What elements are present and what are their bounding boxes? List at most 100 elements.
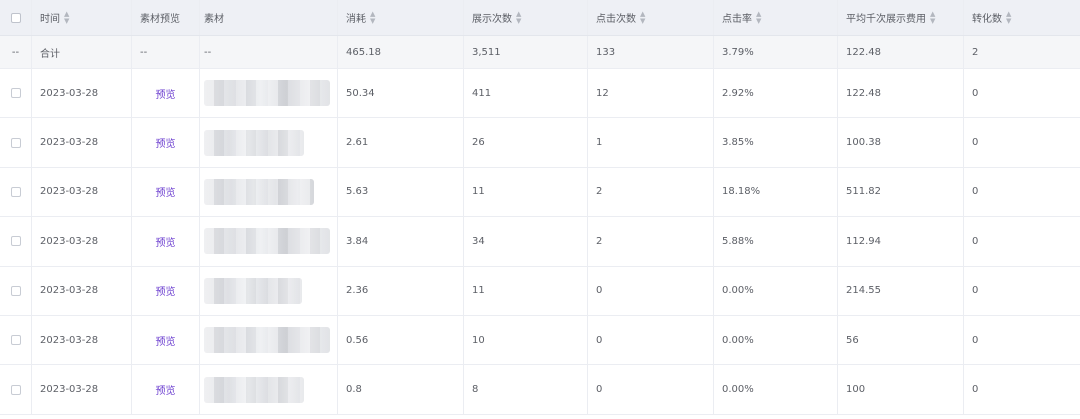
row-cpm: 100 [838, 365, 964, 414]
row-cpm: 511.82 [838, 167, 964, 217]
header-ctr-label: 点击率 [722, 14, 752, 25]
row-ctr: 0.00% [714, 315, 838, 365]
row-checkbox[interactable] [10, 137, 21, 148]
row-checkbox[interactable] [10, 285, 21, 296]
row-impressions: 11 [464, 266, 588, 315]
header-cost[interactable]: 消耗 ▲ ▼ [338, 0, 464, 35]
row-clicks: 2 [588, 167, 714, 217]
row-cost: 0.8 [338, 365, 464, 414]
row-checkbox[interactable] [10, 236, 21, 247]
row-select-cell [0, 365, 32, 414]
preview-link[interactable]: 预览 [156, 135, 176, 150]
table-row: 2023-03-28 预览 0.56 10 0 0.00% 56 0 [0, 315, 1080, 366]
row-cpm: 122.48 [838, 69, 964, 118]
row-select-cell [0, 167, 32, 217]
row-cpm: 214.55 [838, 266, 964, 315]
material-thumbnail [204, 277, 302, 304]
select-all-cell [0, 0, 32, 35]
row-time: 2023-03-28 [32, 315, 132, 365]
header-time-label: 时间 [40, 14, 60, 25]
header-preview-label: 素材预览 [140, 14, 180, 25]
row-ctr: 2.92% [714, 69, 838, 118]
total-label: 合计 [32, 36, 132, 68]
material-thumbnail [204, 228, 330, 255]
row-material-cell [200, 118, 338, 167]
total-material: -- [200, 36, 338, 68]
material-thumbnail [204, 80, 330, 107]
row-time: 2023-03-28 [32, 69, 132, 118]
header-conversions[interactable]: 转化数 ▲ ▼ [964, 0, 1080, 35]
row-clicks: 2 [588, 217, 714, 266]
table-header: 时间 ▲ ▼ 素材预览 素材 消耗 ▲ ▼ 展示次数 ▲ ▼ 点击次数 ▲ ▼ 点击率 … [0, 0, 1080, 36]
sort-caret-icon[interactable]: ▲ ▼ [756, 10, 761, 25]
table-row: 2023-03-28 预览 2.61 26 1 3.85% 100.38 0 [0, 118, 1080, 168]
row-cpm: 100.38 [838, 118, 964, 167]
sort-caret-icon[interactable]: ▲ ▼ [516, 10, 521, 25]
row-cost: 50.34 [338, 69, 464, 118]
row-time: 2023-03-28 [32, 217, 132, 266]
row-impressions: 11 [464, 167, 588, 217]
sort-caret-icon[interactable]: ▲ ▼ [370, 10, 375, 25]
preview-link[interactable]: 预览 [156, 333, 176, 348]
header-clicks-label: 点击次数 [596, 14, 636, 25]
table-row: 2023-03-28 预览 50.34 411 12 2.92% 122.48 … [0, 69, 1080, 119]
row-material-cell [200, 315, 338, 365]
row-checkbox[interactable] [10, 384, 21, 395]
table-row: 2023-03-28 预览 2.36 11 0 0.00% 214.55 0 [0, 266, 1080, 316]
row-checkbox[interactable] [10, 335, 21, 346]
sort-caret-icon[interactable]: ▲ ▼ [64, 10, 69, 25]
row-clicks: 0 [588, 365, 714, 414]
header-conversions-label: 转化数 [972, 14, 1002, 25]
row-clicks: 0 [588, 266, 714, 315]
row-conversions: 0 [972, 384, 979, 396]
sort-caret-icon[interactable]: ▲ ▼ [640, 10, 645, 25]
sort-caret-icon[interactable]: ▲ ▼ [1006, 10, 1011, 25]
row-ctr: 5.88% [714, 217, 838, 266]
row-ctr: 18.18% [714, 167, 838, 217]
row-preview-cell: 预览 [132, 365, 200, 414]
row-time: 2023-03-28 [32, 118, 132, 167]
preview-link[interactable]: 预览 [156, 184, 176, 199]
row-preview-cell: 预览 [132, 266, 200, 315]
row-select-cell [0, 69, 32, 118]
row-checkbox[interactable] [10, 186, 21, 197]
header-clicks[interactable]: 点击次数 ▲ ▼ [588, 0, 714, 35]
total-row: -- 合计 -- -- 465.18 3,511 133 3.79% 122.4… [0, 36, 1080, 69]
preview-link[interactable]: 预览 [156, 382, 176, 397]
header-material-label: 素材 [204, 14, 224, 25]
row-time: 2023-03-28 [32, 167, 132, 217]
header-ctr[interactable]: 点击率 ▲ ▼ [714, 0, 838, 35]
row-clicks: 1 [588, 118, 714, 167]
header-time[interactable]: 时间 ▲ ▼ [32, 0, 132, 35]
header-impressions[interactable]: 展示次数 ▲ ▼ [464, 0, 588, 35]
sort-caret-icon[interactable]: ▲ ▼ [930, 10, 935, 25]
row-select-cell [0, 217, 32, 266]
material-thumbnail [204, 178, 314, 205]
material-thumbnail [204, 129, 304, 156]
row-conversions: 0 [972, 285, 979, 297]
preview-link[interactable]: 预览 [156, 86, 176, 101]
row-cost: 0.56 [338, 315, 464, 365]
row-conversions: 0 [972, 186, 979, 198]
row-time: 2023-03-28 [32, 365, 132, 414]
row-impressions: 34 [464, 217, 588, 266]
total-ctr: 3.79% [714, 36, 838, 68]
total-cpm: 122.48 [838, 36, 964, 68]
row-cost: 5.63 [338, 167, 464, 217]
header-cpm[interactable]: 平均千次展示费用 ▲ ▼ [838, 0, 964, 35]
row-impressions: 10 [464, 315, 588, 365]
total-cost: 465.18 [338, 36, 464, 68]
row-conversions: 0 [972, 87, 979, 99]
row-material-cell [200, 266, 338, 315]
select-all-checkbox[interactable] [10, 12, 21, 23]
row-select-cell [0, 118, 32, 167]
row-clicks: 12 [588, 69, 714, 118]
row-conversions: 0 [972, 137, 979, 149]
row-conversions: 0 [972, 334, 979, 346]
row-material-cell [200, 69, 338, 118]
preview-link[interactable]: 预览 [156, 283, 176, 298]
table-row: 2023-03-28 预览 3.84 34 2 5.88% 112.94 0 [0, 217, 1080, 267]
row-preview-cell: 预览 [132, 118, 200, 167]
preview-link[interactable]: 预览 [156, 234, 176, 249]
row-checkbox[interactable] [10, 88, 21, 99]
